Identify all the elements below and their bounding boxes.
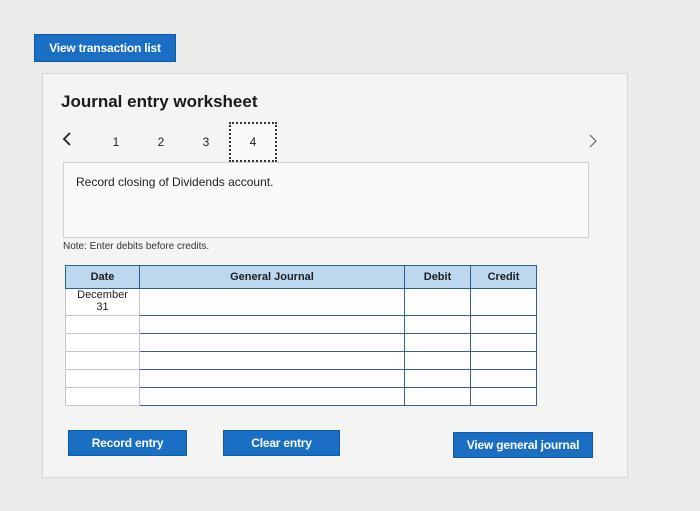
general-journal-header: General Journal bbox=[139, 265, 405, 289]
date-month: December bbox=[77, 289, 128, 301]
credit-header: Credit bbox=[470, 265, 537, 289]
date-cell bbox=[65, 369, 140, 388]
debit-input[interactable] bbox=[404, 351, 471, 370]
account-input[interactable] bbox=[139, 369, 405, 388]
view-general-journal-button[interactable]: View general journal bbox=[453, 432, 593, 458]
instruction-text: Record closing of Dividends account. bbox=[76, 175, 274, 189]
credit-input[interactable] bbox=[470, 333, 537, 352]
date-day: 31 bbox=[96, 301, 109, 313]
table-row bbox=[65, 351, 537, 370]
account-input[interactable] bbox=[139, 315, 405, 334]
table-row bbox=[65, 387, 537, 406]
prev-page-button[interactable] bbox=[57, 126, 77, 152]
date-cell bbox=[65, 315, 140, 334]
debit-input[interactable] bbox=[404, 333, 471, 352]
note-text: Note: Enter debits before credits. bbox=[63, 241, 210, 252]
page-tab-3[interactable]: 3 bbox=[193, 122, 219, 162]
date-cell bbox=[65, 333, 140, 352]
debit-input[interactable] bbox=[404, 288, 471, 316]
page-tabs: 1 2 3 4 bbox=[103, 122, 283, 162]
credit-input[interactable] bbox=[470, 387, 537, 406]
date-cell bbox=[65, 351, 140, 370]
account-input[interactable] bbox=[139, 387, 405, 406]
page-tab-1[interactable]: 1 bbox=[103, 122, 129, 162]
debit-input[interactable] bbox=[404, 369, 471, 388]
credit-input[interactable] bbox=[470, 351, 537, 370]
date-header: Date bbox=[65, 265, 140, 289]
account-input[interactable] bbox=[139, 333, 405, 352]
account-input[interactable] bbox=[139, 351, 405, 370]
credit-input[interactable] bbox=[470, 369, 537, 388]
journal-entry-worksheet-panel: Journal entry worksheet 1 2 3 4 Record c… bbox=[42, 73, 628, 478]
page-tab-4[interactable]: 4 bbox=[229, 122, 277, 162]
table-header-row: Date General Journal Debit Credit bbox=[65, 265, 537, 289]
chevron-left-icon bbox=[62, 132, 71, 146]
view-transaction-list-button[interactable]: View transaction list bbox=[34, 34, 176, 62]
table-row: December 31 bbox=[65, 288, 537, 316]
worksheet-title: Journal entry worksheet bbox=[61, 92, 258, 111]
record-entry-button[interactable]: Record entry bbox=[68, 430, 187, 456]
page-tab-2[interactable]: 2 bbox=[148, 122, 174, 162]
date-cell bbox=[65, 387, 140, 406]
credit-input[interactable] bbox=[470, 315, 537, 334]
table-row bbox=[65, 315, 537, 334]
instruction-box: Record closing of Dividends account. bbox=[63, 162, 589, 238]
chevron-right-icon bbox=[589, 134, 597, 148]
journal-table: Date General Journal Debit Credit Decemb… bbox=[65, 265, 537, 406]
clear-entry-button[interactable]: Clear entry bbox=[223, 430, 340, 456]
account-input[interactable] bbox=[139, 288, 405, 316]
table-row bbox=[65, 369, 537, 388]
debit-input[interactable] bbox=[404, 315, 471, 334]
debit-input[interactable] bbox=[404, 387, 471, 406]
date-cell: December 31 bbox=[65, 288, 140, 316]
table-row bbox=[65, 333, 537, 352]
debit-header: Debit bbox=[404, 265, 471, 289]
next-page-button[interactable] bbox=[583, 128, 603, 154]
credit-input[interactable] bbox=[470, 288, 537, 316]
